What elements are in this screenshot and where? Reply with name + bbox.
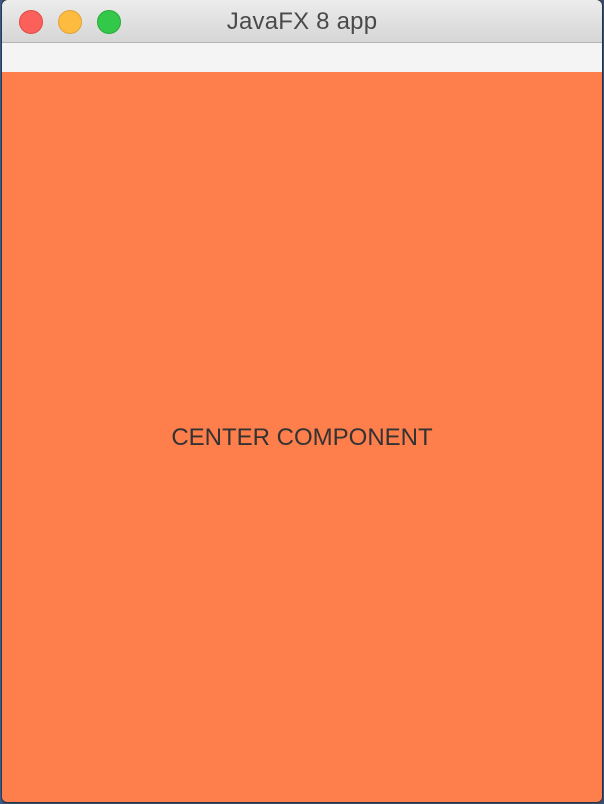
window-title: JavaFX 8 app [226,8,378,35]
top-component [2,43,602,72]
title-bar[interactable]: JavaFX 8 app [2,0,602,43]
app-window: JavaFX 8 app CENTER COMPONENT [2,0,602,802]
center-component: CENTER COMPONENT [2,72,602,802]
center-component-label: CENTER COMPONENT [171,424,433,451]
